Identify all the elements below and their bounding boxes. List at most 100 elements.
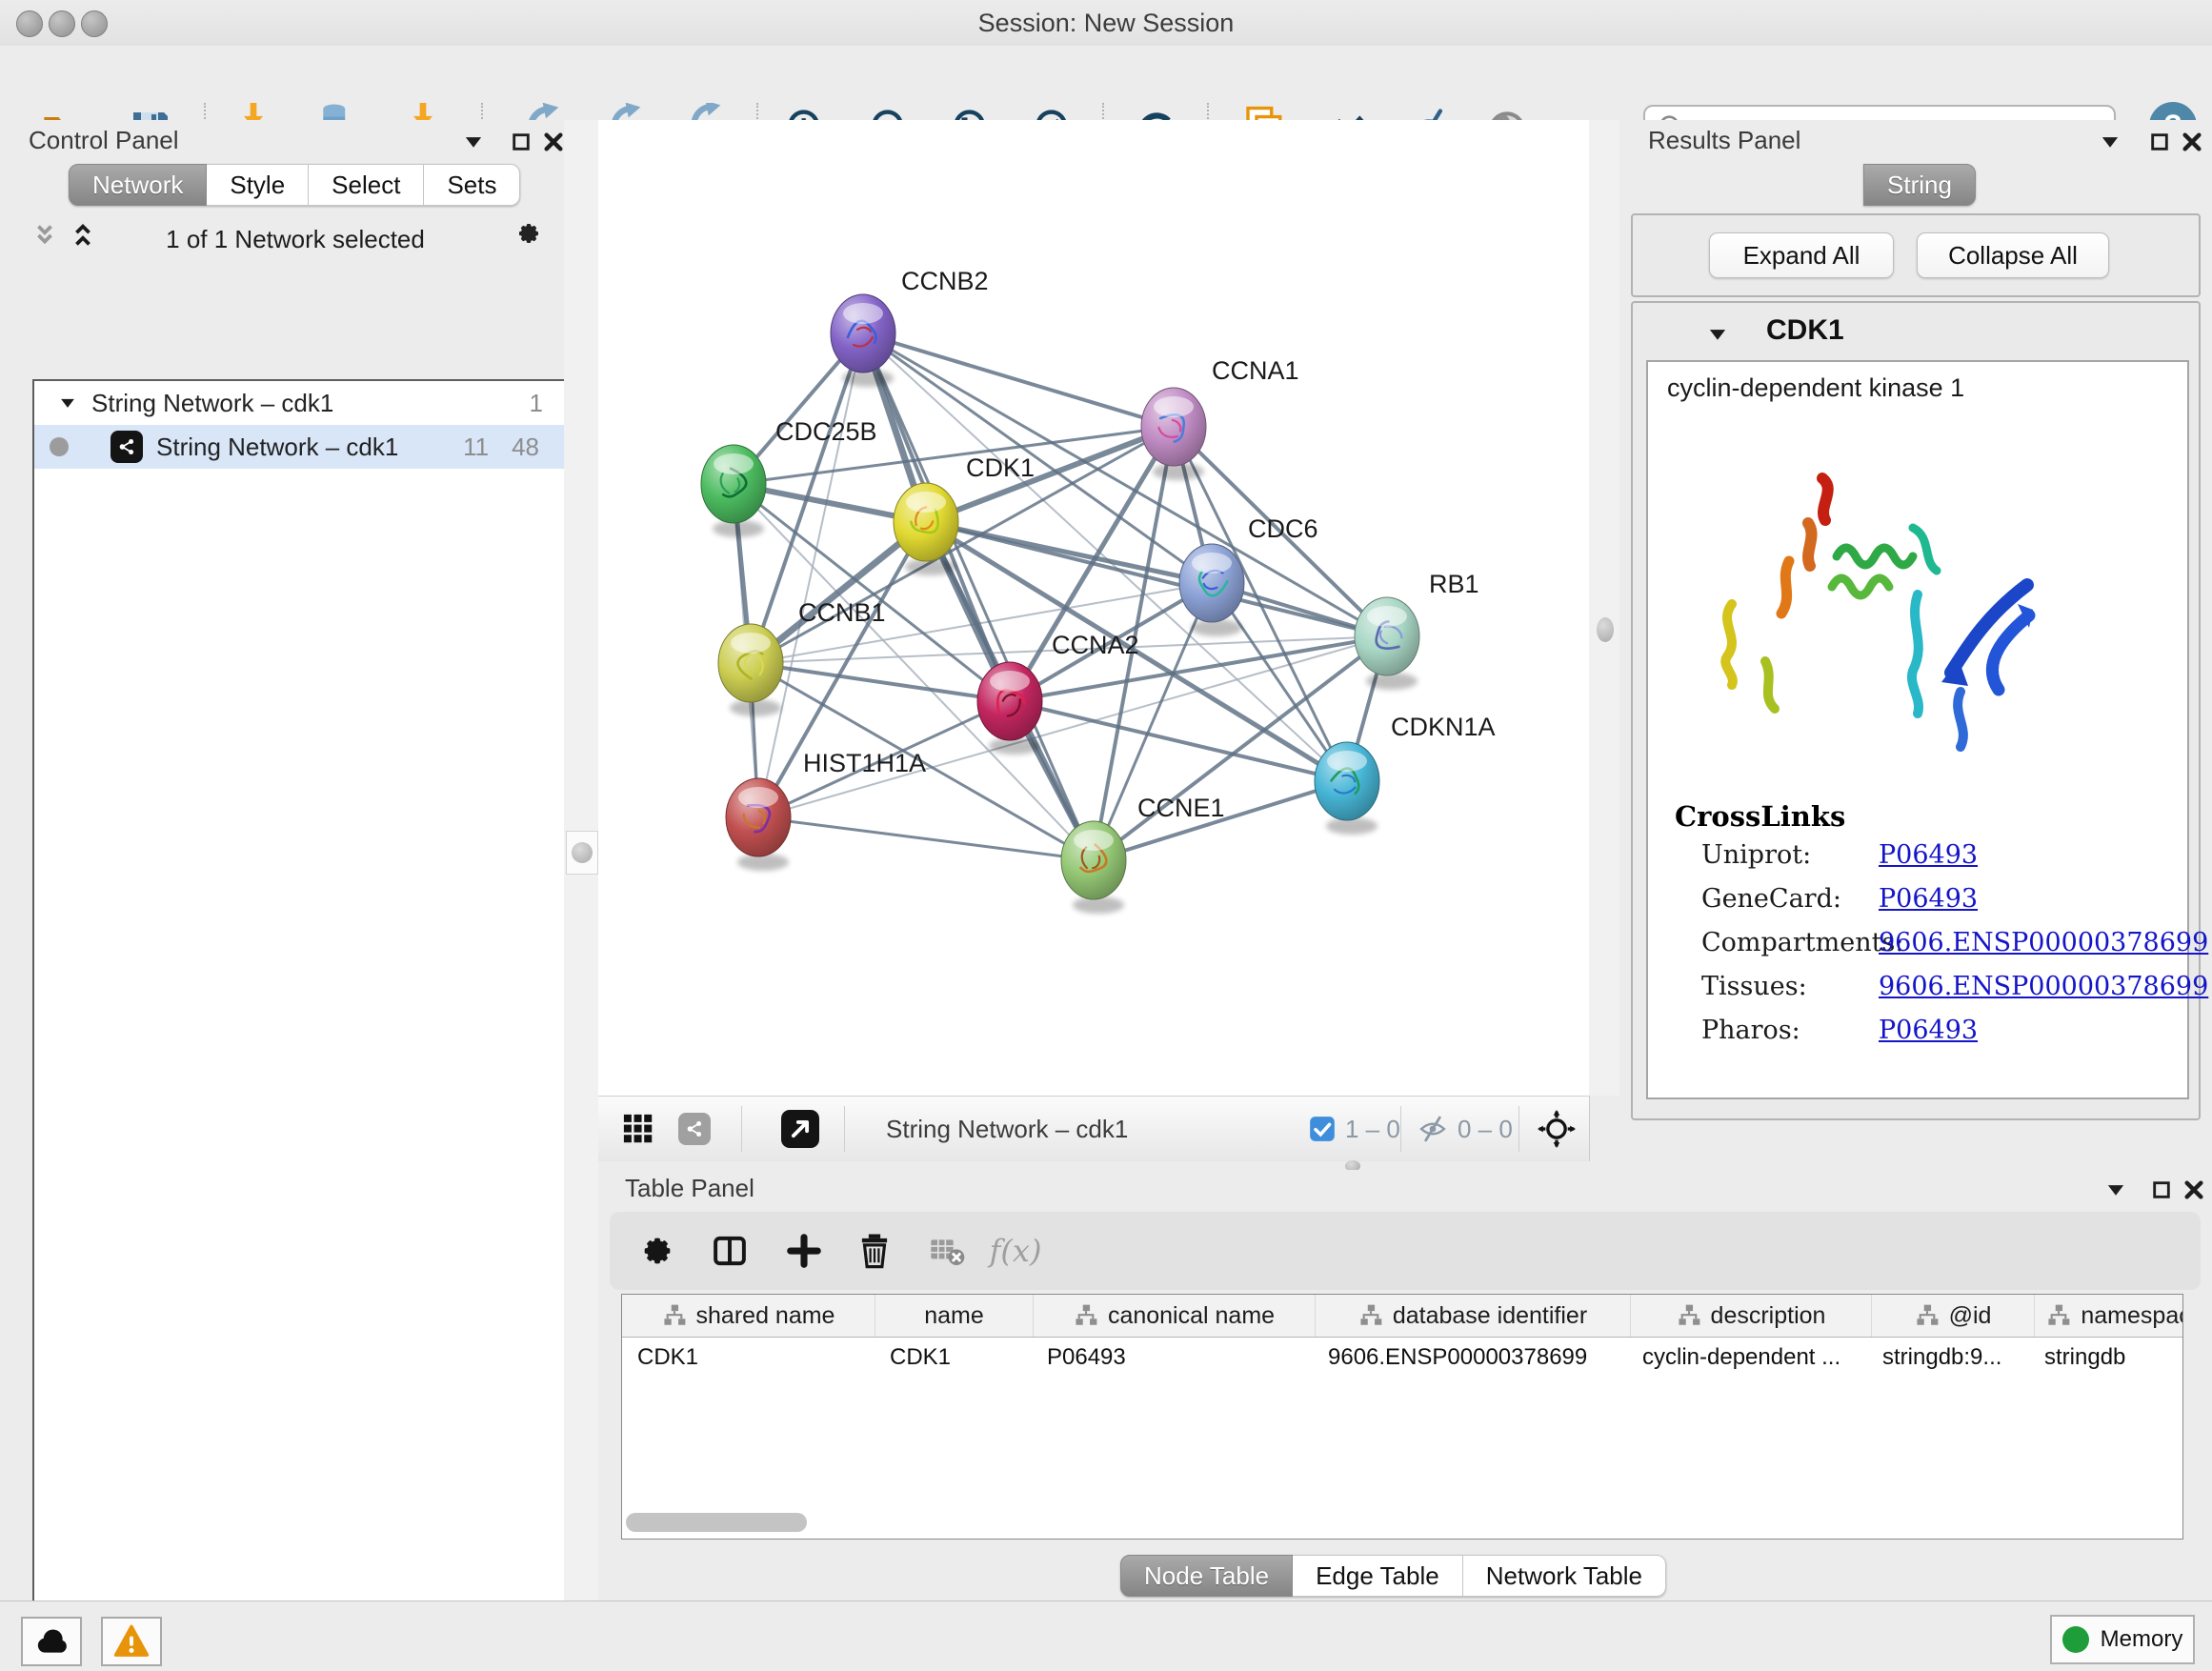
table-cell[interactable]: stringdb:9... <box>1867 1344 2029 1371</box>
table-tabs: Node Table Edge Table Network Table <box>1120 1555 1666 1597</box>
right-splitter-handle[interactable] <box>1597 617 1614 642</box>
warnings-button[interactable] <box>101 1617 162 1666</box>
crosslink-link[interactable]: P06493 <box>1879 1016 1978 1045</box>
edge-CCNB2-RB1[interactable] <box>863 333 1387 636</box>
crosslink-link[interactable]: P06493 <box>1879 840 1978 870</box>
open-in-new-icon <box>781 1110 819 1148</box>
selected-count-toggle[interactable]: 1 – 0 <box>1309 1097 1400 1161</box>
tree-icon <box>1358 1303 1383 1328</box>
column-header-canonical-name[interactable]: canonical name <box>1034 1295 1316 1337</box>
column-header-label: database identifier <box>1393 1302 1587 1330</box>
delete-column-button[interactable] <box>848 1227 901 1275</box>
network-node-CCNB2[interactable] <box>831 294 895 387</box>
cytoscape-window: Session: New Session <box>0 0 2212 1671</box>
function-builder-button[interactable]: f(x) <box>989 1227 1042 1275</box>
gene-name: CDK1 <box>1766 314 1957 347</box>
panel-close-icon[interactable] <box>2178 128 2206 156</box>
network-node-CCNE1[interactable] <box>1061 821 1126 914</box>
add-column-button[interactable] <box>777 1227 831 1275</box>
panel-menu-icon[interactable] <box>2096 128 2124 156</box>
column-header--id[interactable]: @id <box>1872 1295 2035 1337</box>
tree-icon <box>662 1303 687 1328</box>
column-header-name[interactable]: name <box>875 1295 1034 1337</box>
tab-node-table[interactable]: Node Table <box>1120 1555 1293 1597</box>
column-header-namespace[interactable]: namespace <box>2035 1295 2183 1337</box>
panel-float-icon[interactable] <box>2147 1176 2176 1204</box>
share-view-button[interactable] <box>678 1097 711 1161</box>
delete-table-button[interactable] <box>920 1227 974 1275</box>
tab-style[interactable]: Style <box>207 164 309 206</box>
network-node-CDC6[interactable] <box>1179 544 1244 636</box>
results-panel-title: Results Panel <box>1648 126 1800 155</box>
right-splitter[interactable] <box>1589 120 1619 1096</box>
edge-CCNE1-HIST1H1A[interactable] <box>758 817 1094 860</box>
crosslink-link[interactable]: 9606.ENSP00000378699 <box>1879 972 2208 1001</box>
crosslink-link[interactable]: 9606.ENSP00000378699 <box>1879 928 2208 957</box>
panel-close-icon[interactable] <box>2180 1176 2208 1204</box>
network-selected-status: 1 of 1 Network selected <box>105 225 486 254</box>
hidden-eye-icon <box>1418 1114 1448 1144</box>
network-graph[interactable]: CCNB2CCNA1CDC25BCDK1CDC6RB1CCNB1CCNA2CDK… <box>598 120 1589 1096</box>
table-cell[interactable]: CDK1 <box>875 1344 1032 1371</box>
tab-select[interactable]: Select <box>309 164 424 206</box>
collection-label: String Network – cdk1 <box>91 389 333 418</box>
crosslink-link[interactable]: P06493 <box>1879 884 1978 914</box>
gene-collapse-icon[interactable] <box>1705 322 1730 347</box>
network-node-CDKN1A[interactable] <box>1315 742 1379 835</box>
edge-CCNA2-CDKN1A[interactable] <box>1010 701 1347 781</box>
column-header-label: @id <box>1949 1302 1992 1330</box>
gear-icon <box>638 1232 676 1270</box>
panel-menu-icon[interactable] <box>2101 1176 2130 1204</box>
tab-network[interactable]: Network <box>69 164 207 206</box>
crosslinks-list: Uniprot:P06493GeneCard:P06493Compartment… <box>1648 840 2187 1059</box>
expand-all-chevron-icon[interactable] <box>69 221 97 250</box>
detach-view-button[interactable] <box>781 1097 819 1161</box>
column-header-shared-name[interactable]: shared name <box>622 1295 875 1337</box>
table-settings-button[interactable] <box>631 1227 684 1275</box>
selected-count: 1 – 0 <box>1345 1115 1400 1144</box>
tab-sets[interactable]: Sets <box>424 164 520 206</box>
toggle-columns-button[interactable] <box>703 1227 756 1275</box>
panel-float-icon[interactable] <box>2145 128 2174 156</box>
horizontal-scrollbar-thumb[interactable] <box>626 1513 807 1532</box>
cloud-status-button[interactable] <box>21 1617 82 1666</box>
column-header-database-identifier[interactable]: database identifier <box>1316 1295 1631 1337</box>
tab-network-table[interactable]: Network Table <box>1463 1555 1666 1597</box>
table-cell[interactable]: cyclin-dependent ... <box>1627 1344 1867 1371</box>
birdseye-button[interactable] <box>1538 1097 1576 1161</box>
network-node-CCNB1[interactable] <box>718 624 783 716</box>
panel-menu-icon[interactable] <box>459 128 488 156</box>
column-header-description[interactable]: description <box>1631 1295 1872 1337</box>
expand-all-button[interactable]: Expand All <box>1709 232 1894 278</box>
table-cell[interactable]: stringdb <box>2029 1344 2183 1371</box>
collection-expand-icon <box>57 393 78 413</box>
network-node-CDC25B[interactable] <box>701 445 766 537</box>
selected-checkbox-icon <box>1309 1116 1336 1142</box>
hidden-count-toggle[interactable]: 0 – 0 <box>1418 1097 1513 1161</box>
panel-float-icon[interactable] <box>507 128 535 156</box>
network-collection-row[interactable]: String Network – cdk1 1 <box>34 381 564 425</box>
network-node-HIST1H1A[interactable] <box>726 778 791 871</box>
left-splitter-handle[interactable] <box>566 831 598 875</box>
crosslink-row: Uniprot:P06493 <box>1648 840 2187 884</box>
collapse-all-button[interactable]: Collapse All <box>1917 232 2109 278</box>
network-node-RB1[interactable] <box>1355 597 1419 690</box>
table-row: CDK1CDK1P064939606.ENSP00000378699cyclin… <box>622 1338 2182 1378</box>
edge-CCNB2-CCNE1[interactable] <box>863 333 1094 860</box>
network-node-CCNA2[interactable] <box>977 662 1042 755</box>
results-buttons-box: Expand All Collapse All <box>1631 213 2201 297</box>
table-cell[interactable]: CDK1 <box>622 1344 875 1371</box>
tab-edge-table[interactable]: Edge Table <box>1293 1555 1463 1597</box>
memory-button[interactable]: Memory <box>2050 1615 2195 1664</box>
collapse-all-chevron-icon[interactable] <box>30 221 59 250</box>
table-cell[interactable]: P06493 <box>1032 1344 1313 1371</box>
table-cell[interactable]: 9606.ENSP00000378699 <box>1313 1344 1627 1371</box>
tab-string[interactable]: String <box>1863 164 1976 206</box>
network-canvas[interactable]: CCNB2CCNA1CDC25BCDK1CDC6RB1CCNB1CCNA2CDK… <box>598 120 1590 1096</box>
edge-CCNB2-CCNA1[interactable] <box>863 333 1174 427</box>
network-options-gear-icon[interactable] <box>514 219 543 248</box>
grid-view-button[interactable] <box>623 1097 654 1161</box>
edge-CCNB1-CCNA2[interactable] <box>751 663 1010 701</box>
edge-CCNB2-HIST1H1A[interactable] <box>758 333 863 817</box>
network-row[interactable]: String Network – cdk1 11 48 <box>34 425 564 469</box>
